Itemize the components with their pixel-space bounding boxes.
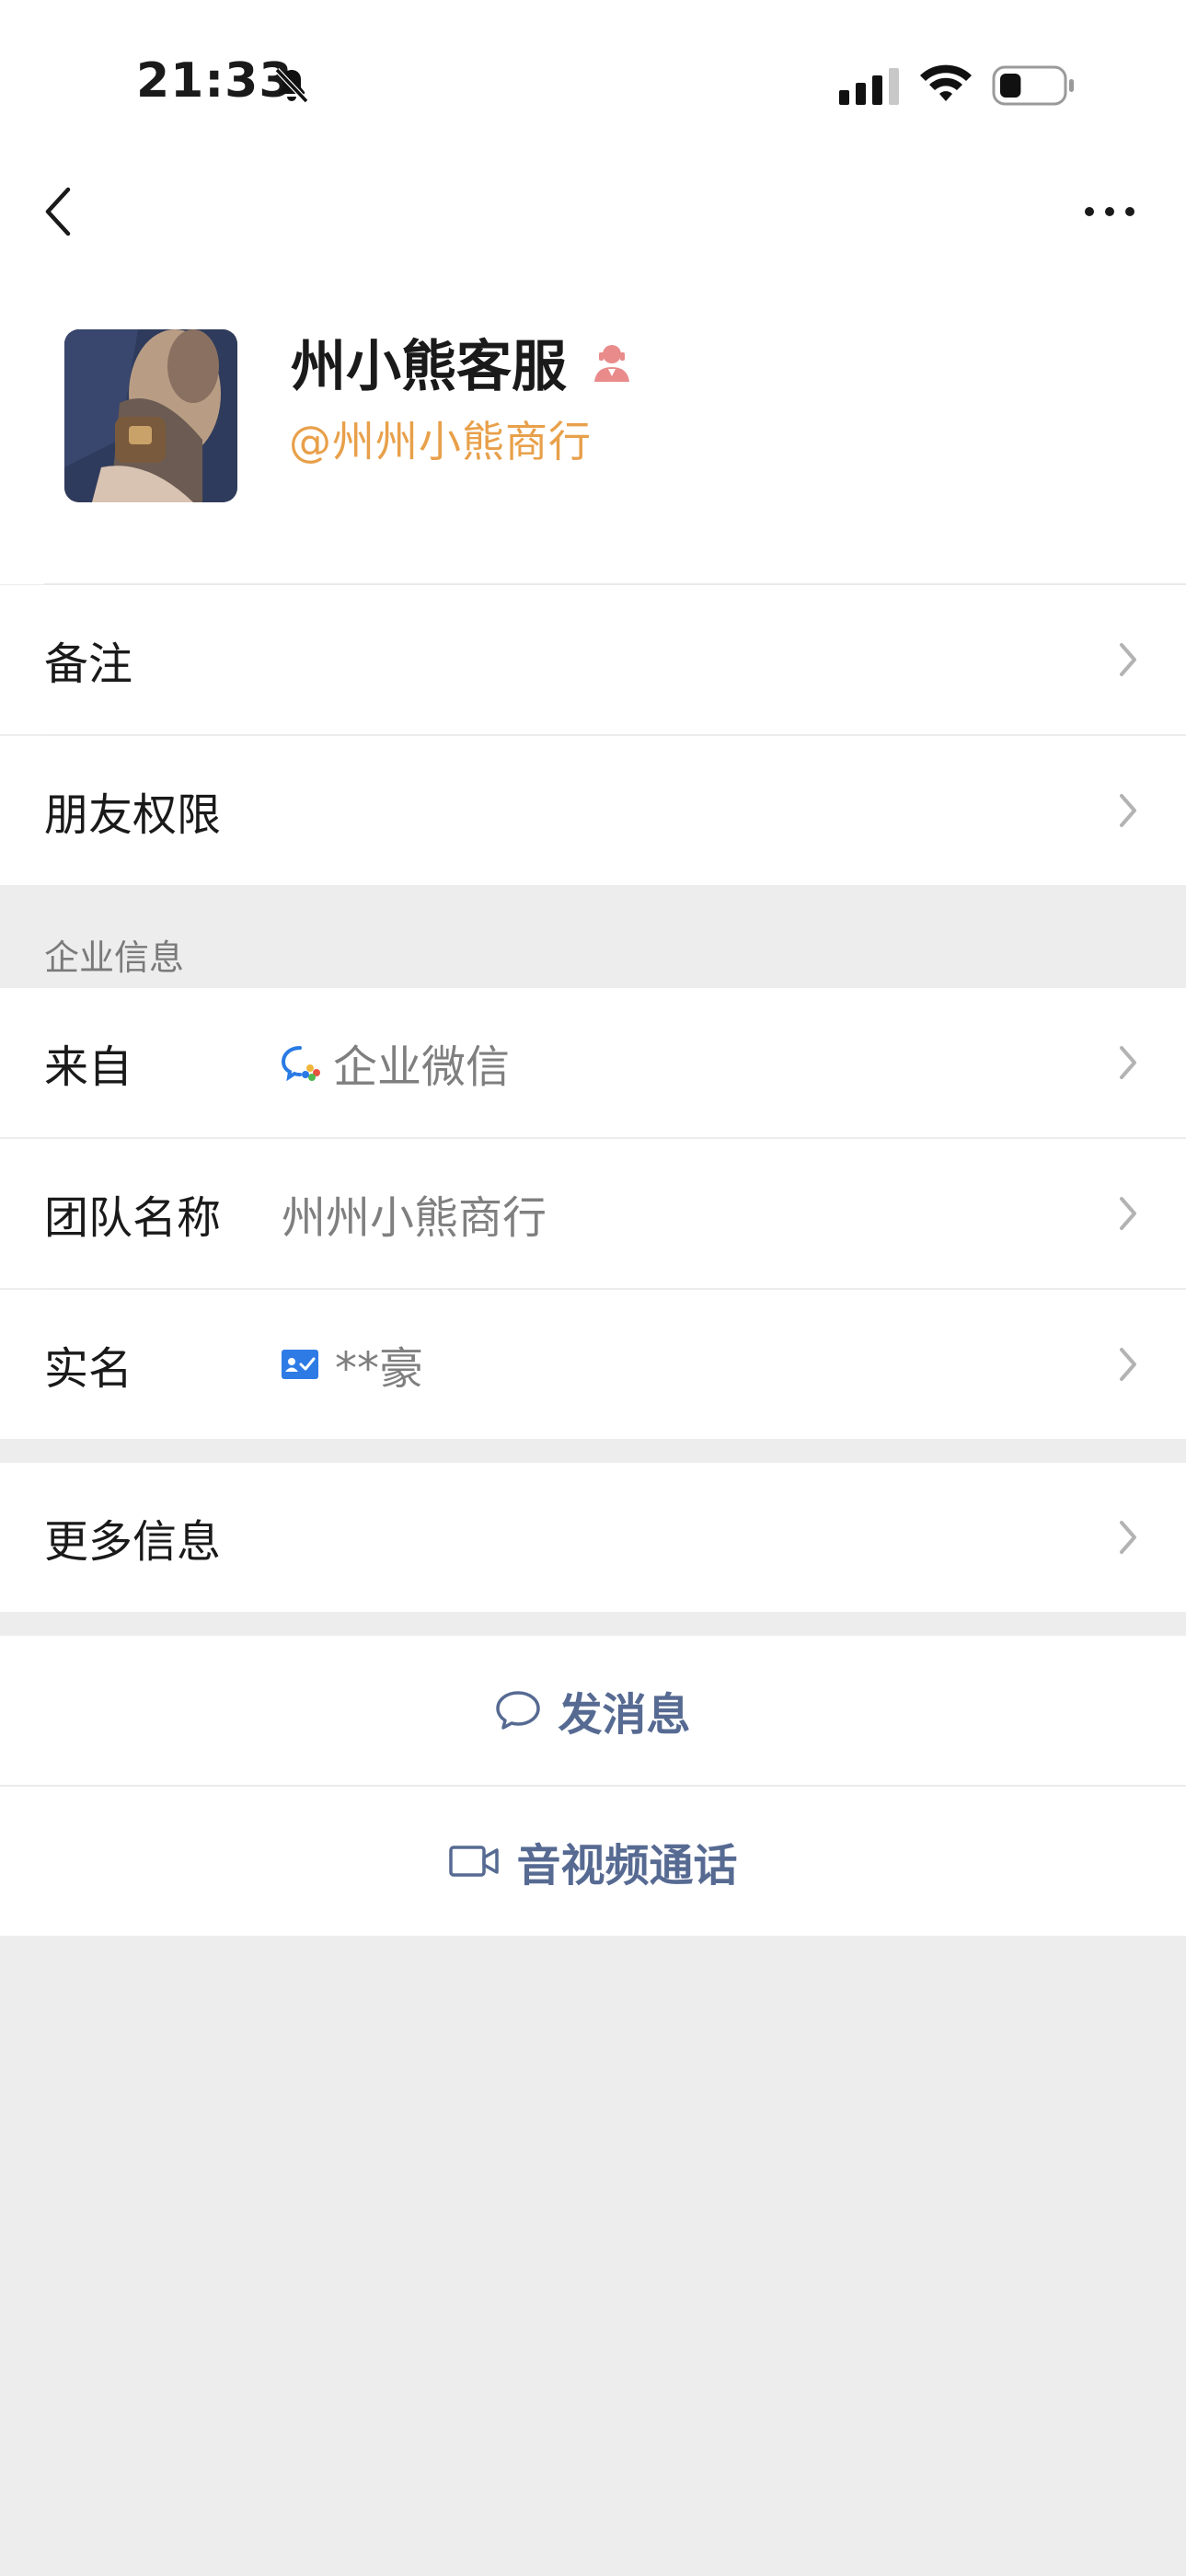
real-name-value-text: **豪 <box>335 1343 424 1395</box>
chevron-right-icon <box>1120 1197 1136 1230</box>
chevron-right-icon <box>1120 794 1136 827</box>
team-name-value: 州州小熊商行 <box>282 1192 547 1244</box>
section-title-enterprise: 企业信息 <box>44 937 185 978</box>
ellipsis-icon[interactable] <box>1082 202 1137 221</box>
contact-handle: @州州小熊商行 <box>289 417 592 466</box>
remark-row[interactable]: 备注 <box>0 585 1186 734</box>
source-row[interactable]: 来自 企业微信 <box>0 988 1186 1137</box>
real-name-label: 实名 <box>44 1343 133 1395</box>
profile-header: 州小熊客服 @州州小熊商行 <box>0 175 1186 585</box>
source-value: 企业微信 <box>282 1030 510 1095</box>
avatar[interactable] <box>64 329 237 502</box>
customer-service-agent-icon <box>594 344 629 382</box>
friend-permissions-row[interactable]: 朋友权限 <box>0 736 1186 885</box>
team-name-row[interactable]: 团队名称 州州小熊商行 <box>0 1139 1186 1288</box>
id-card-icon <box>282 1350 318 1379</box>
real-name-row[interactable]: 实名 **豪 <box>0 1290 1186 1439</box>
chevron-right-icon <box>1120 1521 1136 1554</box>
status-time: 21:33 <box>136 53 294 109</box>
wifi-icon <box>920 64 972 101</box>
chevron-right-icon <box>1120 643 1136 676</box>
send-message-button[interactable]: 发消息 <box>0 1636 1186 1785</box>
video-call-button[interactable]: 音视频通话 <box>0 1787 1186 1936</box>
status-bar: 21:33 <box>0 0 1186 175</box>
video-call-label: 音视频通话 <box>516 1840 738 1892</box>
contact-profile-page: 21:33 州小熊客服 @州州小熊商行 备注 朋友权限 企业信息 来自 企业微信… <box>0 0 1186 2576</box>
source-value-text: 企业微信 <box>333 1041 511 1093</box>
chevron-right-icon <box>1120 1348 1136 1381</box>
cellular-signal-icon <box>839 68 899 105</box>
wecom-logo-icon <box>282 1046 320 1082</box>
friend-permissions-label: 朋友权限 <box>44 789 222 841</box>
chevron-right-icon <box>1120 1046 1136 1079</box>
chevron-left-icon[interactable] <box>40 182 77 241</box>
more-info-row[interactable]: 更多信息 <box>0 1463 1186 1612</box>
name-line: 州小熊客服 <box>291 322 633 402</box>
battery-icon <box>992 65 1074 106</box>
contact-name: 州小熊客服 <box>291 335 567 399</box>
source-label: 来自 <box>44 1041 133 1093</box>
team-name-label: 团队名称 <box>44 1192 222 1244</box>
remark-label: 备注 <box>44 638 133 690</box>
chat-bubble-icon <box>496 1691 541 1730</box>
bell-slash-icon <box>274 67 309 104</box>
real-name-value: **豪 <box>282 1332 423 1397</box>
send-message-label: 发消息 <box>558 1689 691 1741</box>
video-camera-icon <box>449 1846 500 1877</box>
more-info-label: 更多信息 <box>44 1516 222 1568</box>
